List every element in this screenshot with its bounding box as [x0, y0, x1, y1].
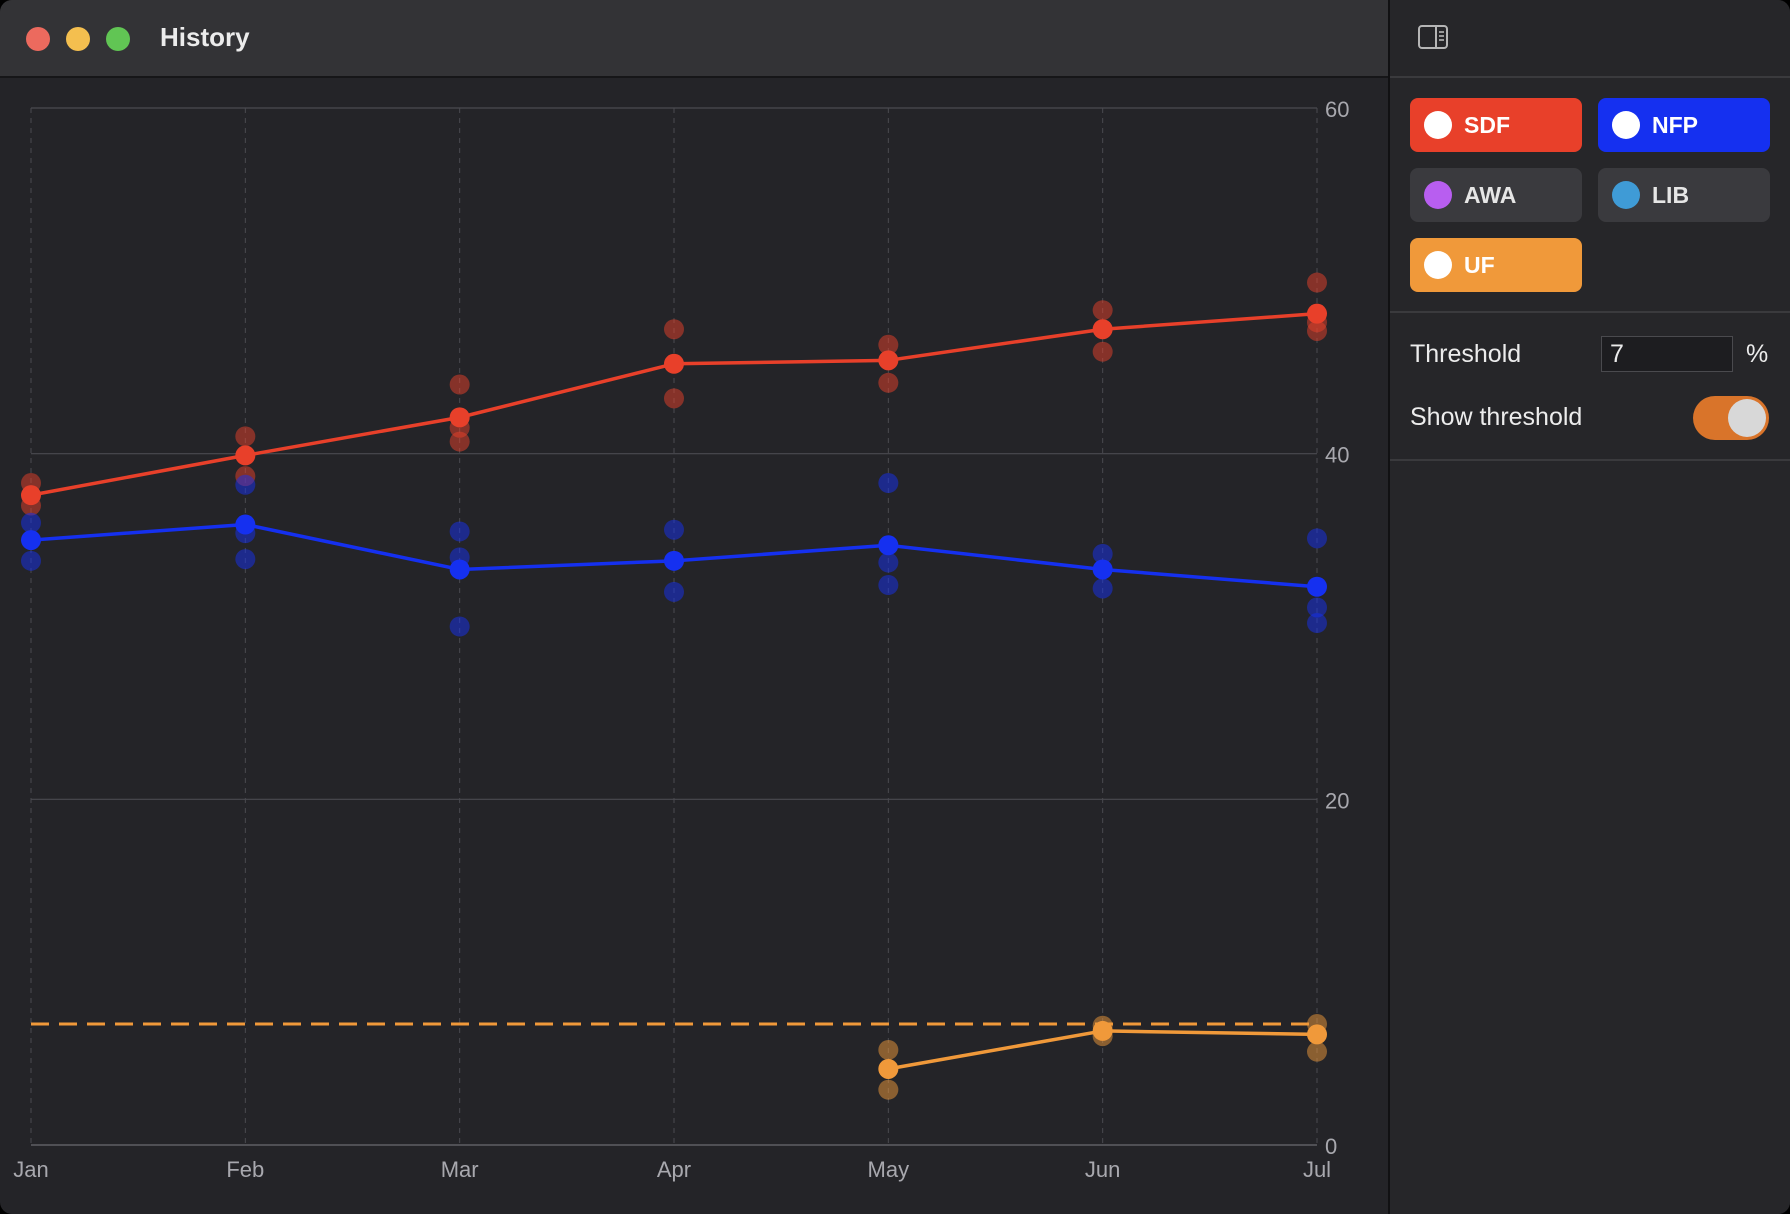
nfp-average-point [878, 535, 899, 556]
window-title: History [160, 22, 250, 52]
nfp-poll-point [1092, 578, 1113, 599]
party-color-dot [1424, 111, 1452, 139]
nfp-poll-point [1307, 528, 1327, 549]
show-threshold-switch[interactable] [1693, 396, 1769, 440]
uf-average-point [1307, 1024, 1327, 1045]
party-color-dot [1424, 251, 1452, 279]
y-tick-label: 0 [1325, 1134, 1337, 1159]
party-toggle-uf[interactable]: UF [1410, 238, 1582, 292]
nfp-poll-point [21, 550, 41, 571]
sdf-average-point [878, 350, 899, 371]
party-color-dot [1424, 181, 1452, 209]
party-label: UF [1464, 252, 1495, 278]
sdf-poll-point [1307, 320, 1327, 341]
party-color-dot [1612, 181, 1640, 209]
sdf-poll-point [1307, 272, 1327, 293]
y-tick-label: 20 [1325, 788, 1349, 813]
uf-poll-point [878, 1079, 899, 1100]
sdf-average-point [235, 445, 256, 466]
sidebar-right-icon[interactable] [1418, 25, 1448, 49]
nfp-poll-point [664, 519, 684, 540]
x-tick-label: Apr [657, 1157, 691, 1182]
zoom-window-button[interactable] [106, 27, 130, 51]
party-color-dot [1612, 111, 1640, 139]
nfp-average-point [664, 550, 684, 571]
threshold-unit: % [1746, 340, 1769, 368]
sidebar: SDF NFP AWA LIB UF Threshold % Show thre… [1390, 0, 1790, 1214]
nfp-average-point [235, 514, 256, 535]
sdf-poll-point [1092, 300, 1113, 321]
x-tick-label: Jul [1303, 1157, 1331, 1182]
nfp-poll-point [878, 473, 899, 494]
sidebar-toolbar [1390, 0, 1790, 78]
switch-knob [1728, 399, 1766, 437]
x-tick-label: May [868, 1157, 910, 1182]
nfp-poll-point [235, 474, 256, 495]
nfp-poll-point [21, 512, 41, 533]
sdf-poll-point [1092, 341, 1113, 362]
nfp-poll-point [1307, 613, 1327, 634]
section-divider [1390, 311, 1790, 313]
x-tick-label: Mar [441, 1157, 479, 1182]
uf-poll-point [878, 1039, 899, 1060]
y-tick-label: 40 [1325, 443, 1349, 468]
nfp-poll-point [449, 521, 470, 542]
party-toggle-nfp[interactable]: NFP [1598, 98, 1770, 152]
uf-average-point [1092, 1020, 1113, 1041]
nfp-average-point [1307, 576, 1327, 597]
party-toggle-lib[interactable]: LIB [1598, 168, 1770, 222]
x-tick-label: Jun [1085, 1157, 1120, 1182]
minimize-window-button[interactable] [66, 27, 90, 51]
section-divider [1390, 459, 1790, 461]
nfp-poll-point [664, 581, 684, 602]
sdf-poll-point [449, 374, 470, 395]
poll-history-chart: 0 20 40 60 Jan Feb Mar Apr May Jun Jul [13, 97, 1349, 1182]
party-label: NFP [1652, 112, 1698, 138]
sdf-poll-point [664, 388, 684, 409]
x-tick-label: Feb [226, 1157, 264, 1182]
party-label: AWA [1464, 182, 1517, 208]
nfp-poll-point [878, 575, 899, 596]
y-tick-label: 60 [1325, 97, 1349, 122]
uf-average-point [878, 1058, 899, 1079]
nfp-poll-point [449, 616, 470, 637]
nfp-average-point [21, 530, 41, 551]
sdf-poll-point [878, 372, 899, 393]
show-threshold-label: Show threshold [1410, 403, 1583, 431]
party-label: SDF [1464, 112, 1510, 138]
history-window: History 0 20 40 60 Jan Feb Mar Apr May Jun Jul SDF… [0, 0, 1790, 1214]
sdf-poll-point [235, 426, 256, 447]
sdf-average-point [664, 353, 684, 374]
threshold-label: Threshold [1410, 340, 1522, 368]
close-window-button[interactable] [26, 27, 50, 51]
sdf-average-point [1307, 303, 1327, 324]
party-toggle-sdf[interactable]: SDF [1410, 98, 1582, 152]
sdf-poll-point [449, 431, 470, 452]
uf-poll-point [1307, 1041, 1327, 1062]
nfp-average-point [449, 559, 470, 580]
party-label: LIB [1652, 182, 1690, 208]
sdf-average-point [21, 485, 41, 506]
sdf-poll-point [664, 319, 684, 340]
sdf-average-point [449, 407, 470, 428]
x-tick-label: Jan [13, 1157, 48, 1182]
title-bar: History [0, 0, 1388, 78]
nfp-average-point [1092, 559, 1113, 580]
party-toggle-awa[interactable]: AWA [1410, 168, 1582, 222]
nfp-poll-point [235, 549, 256, 570]
nfp-poll-point [878, 552, 899, 573]
sdf-average-point [1092, 319, 1113, 340]
threshold-input[interactable] [1601, 336, 1733, 372]
